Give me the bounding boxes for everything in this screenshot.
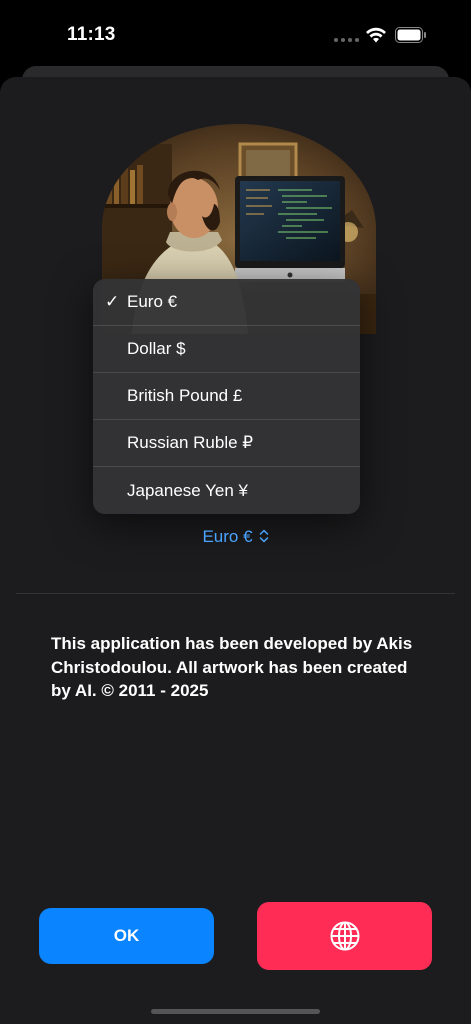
- ok-button[interactable]: OK: [39, 908, 214, 964]
- menu-item-label: British Pound £: [127, 386, 243, 405]
- menu-item-russian-ruble[interactable]: Russian Ruble ₽: [93, 420, 360, 467]
- checkmark-icon: ✓: [105, 292, 120, 311]
- menu-item-label: Russian Ruble ₽: [127, 433, 254, 452]
- screen: 11:13 ✓ Euro € Dollar $ British Pound £ …: [0, 0, 471, 1024]
- battery-icon: [395, 27, 426, 43]
- currency-menu: ✓ Euro € Dollar $ British Pound £ Russia…: [93, 279, 360, 514]
- menu-item-dollar[interactable]: Dollar $: [93, 326, 360, 373]
- menu-item-label: Euro €: [127, 292, 178, 311]
- currency-picker-value: Euro €: [202, 527, 253, 546]
- website-button[interactable]: [257, 902, 432, 970]
- status-time: 11:13: [67, 24, 116, 45]
- menu-item-euro[interactable]: ✓ Euro €: [93, 279, 360, 326]
- status-bar: 11:13: [0, 0, 471, 70]
- menu-item-label: Japanese Yen ¥: [127, 480, 249, 500]
- chevron-up-down-icon: [259, 529, 268, 543]
- globe-icon: [330, 921, 359, 951]
- currency-picker[interactable]: Euro €: [0, 527, 471, 547]
- about-text: This application has been developed by A…: [51, 634, 413, 700]
- signal-dots-icon: [334, 38, 359, 42]
- divider: [16, 593, 455, 594]
- menu-item-label: Dollar $: [127, 339, 186, 358]
- wifi-icon: [366, 27, 386, 43]
- menu-item-british-pound[interactable]: British Pound £: [93, 373, 360, 420]
- menu-item-japanese-yen[interactable]: Japanese Yen ¥: [93, 467, 360, 514]
- home-indicator[interactable]: [151, 1009, 320, 1014]
